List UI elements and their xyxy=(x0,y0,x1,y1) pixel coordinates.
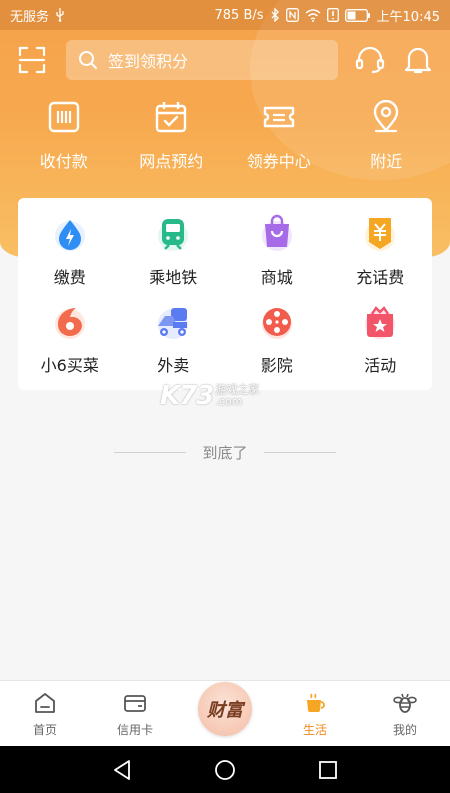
bill-icon xyxy=(54,220,85,251)
metro-icon xyxy=(158,219,189,251)
service-label: 活动 xyxy=(364,356,397,375)
fortune-icon: 财富 xyxy=(198,682,252,736)
search-input[interactable]: 签到领积分 xyxy=(66,40,338,80)
service-label: 外卖 xyxy=(157,356,190,375)
pay-icon xyxy=(48,101,79,133)
search-icon xyxy=(79,51,97,69)
watermark-brand: K73 xyxy=(160,381,214,411)
mall-icon xyxy=(261,214,292,251)
quick-action-appointment[interactable]: 网点预约 xyxy=(119,100,223,180)
nfc-icon xyxy=(285,8,299,22)
quick-action-pay[interactable]: 收付款 xyxy=(12,100,116,180)
divider-right xyxy=(263,451,336,453)
back-triangle-icon xyxy=(113,759,130,780)
watermark-text: 游戏之家 .com xyxy=(215,384,259,408)
service-grid: 缴费 乘地铁 商城 充话费 小6买菜 外卖 影院 活动 xyxy=(18,198,432,390)
network-speed: 785 B/s xyxy=(214,7,264,23)
service-label: 充话费 xyxy=(356,268,405,287)
carrier-text: 无服务 xyxy=(10,9,50,25)
usb-icon xyxy=(55,8,65,22)
wifi-icon xyxy=(305,8,321,22)
notification-button[interactable] xyxy=(402,44,434,76)
watermark-domain: .com xyxy=(215,395,243,408)
end-text: 到底了 xyxy=(202,443,248,462)
watermark: K73 游戏之家 .com xyxy=(160,378,290,414)
service-cinema[interactable]: 影院 xyxy=(225,302,329,384)
delivery-icon xyxy=(158,308,189,339)
nav-label: 我的 xyxy=(392,723,417,737)
quick-action-label: 收付款 xyxy=(39,152,88,171)
nav-label: 生活 xyxy=(302,723,327,737)
home-icon xyxy=(35,693,55,713)
nav-fortune[interactable]: 财富 xyxy=(180,680,270,738)
bell-icon xyxy=(404,47,432,74)
coffee-icon xyxy=(307,693,325,712)
nav-mine[interactable]: 我的 xyxy=(360,691,450,738)
service-delivery[interactable]: 外卖 xyxy=(122,302,226,384)
bee-icon xyxy=(393,693,417,713)
system-nav-bar xyxy=(0,746,450,793)
status-bar: 无服务 785 B/s 上午10:45 xyxy=(0,0,450,30)
calendar-icon xyxy=(156,102,187,133)
scan-button[interactable] xyxy=(18,46,46,74)
service-label: 小6买菜 xyxy=(40,356,99,375)
home-circle-icon xyxy=(215,759,235,780)
activity-icon xyxy=(365,306,396,339)
recents-button[interactable] xyxy=(308,750,348,790)
phone-recharge-icon xyxy=(365,218,396,251)
nav-life[interactable]: 生活 xyxy=(270,691,360,738)
nav-label: 信用卡 xyxy=(116,723,153,737)
card-icon xyxy=(124,695,146,712)
search-placeholder: 签到领积分 xyxy=(108,52,189,71)
quick-action-coupon[interactable]: 领券中心 xyxy=(227,100,331,180)
service-label: 乘地铁 xyxy=(149,268,198,287)
battery-icon xyxy=(344,8,371,22)
customer-service-button[interactable] xyxy=(354,44,386,76)
service-bill[interactable]: 缴费 xyxy=(18,214,122,302)
quick-action-nearby[interactable]: 附近 xyxy=(334,100,438,180)
divider-left xyxy=(114,451,186,453)
back-button[interactable] xyxy=(102,750,142,790)
service-mall[interactable]: 商城 xyxy=(225,214,329,302)
top-bar: 签到领积分 xyxy=(0,38,450,82)
nav-credit-card[interactable]: 信用卡 xyxy=(90,691,180,738)
service-label: 影院 xyxy=(260,356,293,375)
alert-icon xyxy=(326,8,339,22)
home-button[interactable] xyxy=(205,750,245,790)
nav-label: 首页 xyxy=(32,723,57,737)
quick-action-label: 网点预约 xyxy=(139,152,204,171)
quick-actions: 收付款 网点预约 领券中心 附近 xyxy=(0,100,450,180)
location-icon xyxy=(374,100,399,133)
clock-text: 上午10:45 xyxy=(376,9,440,25)
bottom-nav: 首页 信用卡 财富 生活 我的 xyxy=(0,680,450,746)
quick-action-label: 领券中心 xyxy=(246,152,311,171)
service-activity[interactable]: 活动 xyxy=(329,302,433,384)
grocery-icon xyxy=(54,308,85,339)
service-phone-recharge[interactable]: 充话费 xyxy=(329,214,433,302)
headset-icon xyxy=(355,46,385,74)
service-metro[interactable]: 乘地铁 xyxy=(122,214,226,302)
service-grocery[interactable]: 小6买菜 xyxy=(18,302,122,384)
service-label: 缴费 xyxy=(53,268,86,287)
bluetooth-icon xyxy=(270,8,280,22)
quick-action-label: 附近 xyxy=(370,152,403,171)
recents-square-icon xyxy=(319,760,338,779)
nav-home[interactable]: 首页 xyxy=(0,691,90,738)
service-label: 商城 xyxy=(260,268,293,287)
end-of-list: 到底了 xyxy=(114,440,336,464)
scan-icon xyxy=(18,46,46,74)
coupon-icon xyxy=(263,106,294,128)
cinema-icon xyxy=(261,308,292,339)
